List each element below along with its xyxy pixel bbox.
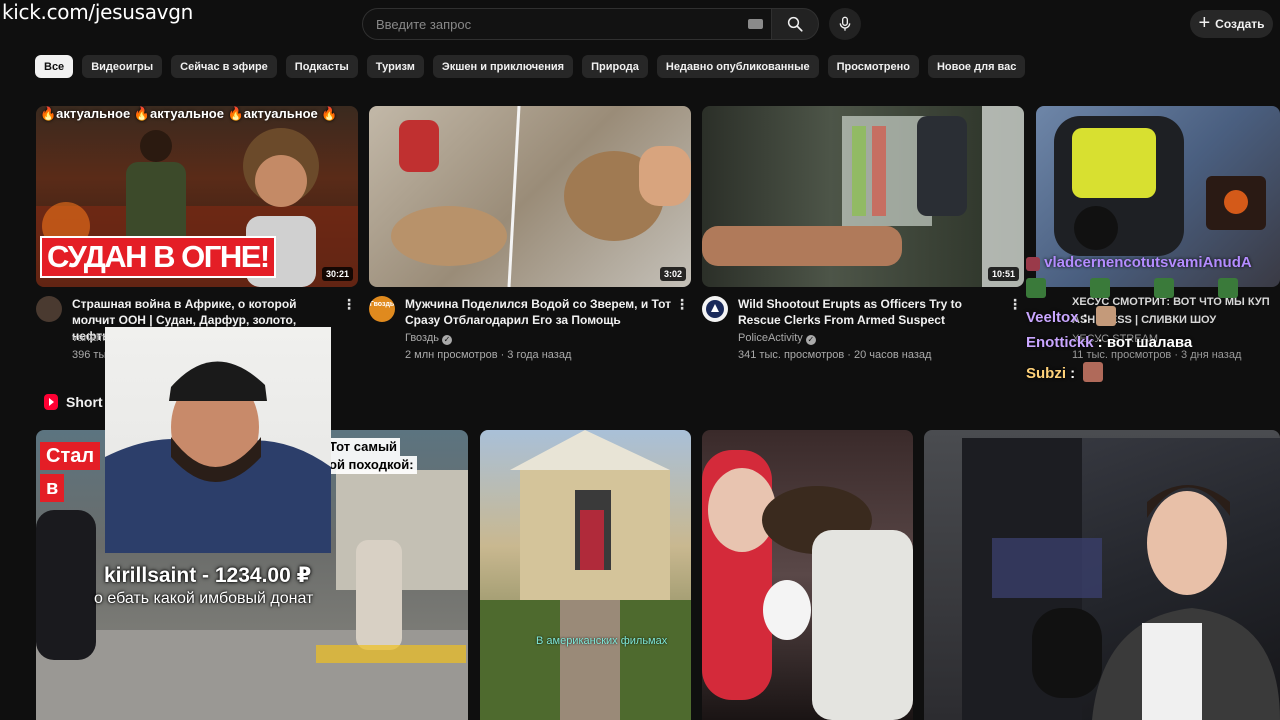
chat-text: :	[1066, 365, 1076, 382]
video-thumbnail[interactable]: 🔥актуальное 🔥актуальное 🔥актуальное 🔥 СУ…	[36, 106, 358, 287]
chip-live[interactable]: Сейчас в эфире	[171, 55, 277, 78]
chat-username: Enottickk	[1026, 334, 1094, 351]
streamer-photo	[962, 438, 1280, 720]
face-emote-icon	[1095, 306, 1116, 326]
search-icon	[787, 16, 803, 32]
keyboard-icon[interactable]	[748, 19, 763, 29]
donation-message: о ебать какой имбовый донат	[94, 590, 314, 607]
short-art	[480, 430, 691, 720]
chip-watched[interactable]: Просмотрено	[827, 55, 919, 78]
video-thumbnail[interactable]: 10:51	[702, 106, 1024, 287]
short-card[interactable]	[702, 430, 913, 720]
more-options-icon[interactable]: ⋮	[342, 296, 356, 312]
donor-camera-overlay	[105, 327, 331, 553]
voice-search-button[interactable]	[829, 8, 861, 40]
channel-avatar[interactable]: Гвоздь	[369, 296, 395, 322]
short-caption: Стал	[40, 442, 101, 470]
badge-icon	[1026, 257, 1040, 271]
search-input[interactable]	[376, 16, 736, 32]
thumbnail-art	[702, 106, 1024, 287]
thumbnail-banner: 🔥актуальное 🔥актуальное 🔥актуальное 🔥	[40, 106, 338, 121]
short-card[interactable]: В американских фильмах	[480, 430, 691, 720]
video-stats: 341 тыс. просмотров · 20 часов назад	[738, 349, 932, 361]
short-caption: Тот самый	[326, 438, 401, 456]
donation-name: kirillsaint - 1234.00 ₽	[104, 564, 312, 587]
short-caption: в	[40, 474, 65, 502]
streamer-webcam-overlay	[962, 438, 1280, 720]
video-duration: 3:02	[659, 267, 686, 281]
frog-emote-icon	[1154, 278, 1174, 298]
chat-username: Veeltox	[1026, 309, 1079, 326]
chip-new-for-you[interactable]: Новое для вас	[927, 55, 1026, 78]
police-badge-icon	[706, 300, 724, 318]
channel-name[interactable]: PoliceActivity ✓	[738, 332, 816, 345]
filter-chips: Все Видеоигры Сейчас в эфире Подкасты Ту…	[35, 55, 1026, 78]
channel-avatar[interactable]	[36, 296, 62, 322]
channel-name[interactable]: varlam	[72, 332, 105, 344]
chat-message: Subzi :	[1026, 362, 1104, 382]
chip-recent[interactable]: Недавно опубликованные	[656, 55, 819, 78]
short-caption: ой походкой:	[326, 456, 417, 474]
chat-username: vladcernencotutsvamiAnudA	[1044, 254, 1252, 271]
chip-nature[interactable]: Природа	[582, 55, 648, 78]
chat-message: Veeltox :	[1026, 306, 1116, 326]
donor-photo	[105, 361, 331, 553]
chip-all[interactable]: Все	[35, 55, 74, 78]
chat-message: Enottickk : вот шалава	[1026, 334, 1192, 351]
frog-emote-icon	[1090, 278, 1110, 298]
video-duration: 30:21	[321, 267, 353, 281]
verified-icon: ✓	[805, 335, 816, 345]
chat-username: Subzi	[1026, 365, 1066, 382]
verified-icon: ✓	[442, 335, 453, 345]
plus-icon: +	[1198, 12, 1211, 34]
chat-emote-row	[1026, 278, 1238, 298]
channel-name[interactable]: Гвоздь ✓	[405, 332, 453, 345]
short-caption: В американских фильмах	[536, 635, 668, 647]
search-box[interactable]	[362, 8, 772, 40]
chat-text: :	[1078, 309, 1088, 326]
channel-label: Гвоздь	[405, 332, 440, 344]
chip-podcasts[interactable]: Подкасты	[285, 55, 358, 78]
frog-emote-icon	[1026, 278, 1046, 298]
channel-avatar[interactable]	[702, 296, 728, 322]
shorts-icon	[44, 394, 58, 410]
chip-videogames[interactable]: Видеоигры	[82, 55, 163, 78]
video-title[interactable]: Wild Shootout Erupts as Officers Try to …	[738, 296, 1006, 328]
video-title[interactable]: Мужчина Поделился Водой со Зверем, и Тот…	[405, 296, 673, 328]
face-emote-icon	[1083, 362, 1104, 382]
chip-action[interactable]: Экшен и приключения	[432, 55, 574, 78]
microphone-icon	[839, 16, 851, 31]
video-thumbnail[interactable]: 3:02	[369, 106, 691, 287]
create-button[interactable]: + Создать	[1190, 10, 1273, 38]
channel-label: PoliceActivity	[738, 332, 803, 344]
chat-message: vladcernencotutsvamiAnudA	[1026, 254, 1252, 271]
video-duration: 10:51	[987, 267, 1019, 281]
more-options-icon[interactable]: ⋮	[675, 296, 689, 312]
create-label: Создать	[1215, 17, 1265, 31]
video-stats: 2 млн просмотров · 3 года назад	[405, 349, 572, 361]
video-stats: 396 ты	[72, 349, 107, 361]
shorts-section-header: Short	[44, 394, 103, 410]
frog-emote-icon	[1218, 278, 1238, 298]
chat-text: : вот шалава	[1093, 334, 1193, 351]
stream-watermark: kick.com/jesusavgn	[2, 0, 193, 24]
thumbnail-caption: СУДАН В ОГНЕ!	[40, 236, 276, 278]
thumbnail-art	[391, 106, 691, 287]
shorts-heading: Short	[66, 394, 103, 410]
stream-chat-overlay: vladcernencotutsvamiAnudA Veeltox : Enot…	[1022, 252, 1280, 386]
search-button[interactable]	[771, 8, 819, 40]
chip-tourism[interactable]: Туризм	[366, 55, 424, 78]
more-options-icon[interactable]: ⋮	[1008, 296, 1022, 312]
short-art	[702, 450, 913, 720]
